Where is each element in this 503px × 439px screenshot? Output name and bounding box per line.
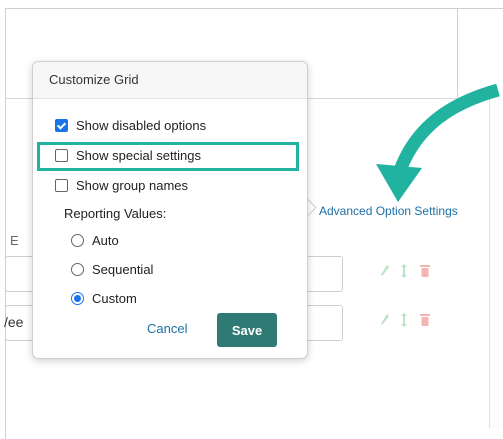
pencil-icon[interactable] [380, 264, 390, 278]
radio-custom[interactable]: Custom [71, 291, 137, 306]
radio-button-selected[interactable] [71, 292, 84, 305]
sort-icon[interactable] [400, 313, 410, 327]
sort-icon[interactable] [400, 264, 410, 278]
row-actions [380, 313, 430, 327]
popover-title: Customize Grid [33, 62, 307, 99]
radio-auto[interactable]: Auto [71, 233, 119, 248]
customize-grid-popover: Customize Grid Show disabled options Sho… [32, 61, 308, 359]
checkbox-checked[interactable] [55, 119, 68, 132]
radio-button[interactable] [71, 263, 84, 276]
radio-label: Sequential [92, 262, 154, 277]
show-disabled-options-checkbox[interactable]: Show disabled options [55, 118, 206, 133]
curved-arrow-icon [376, 84, 500, 202]
row-text: /ee [4, 314, 24, 330]
checkbox-label: Show group names [76, 178, 189, 193]
highlight-box [37, 142, 299, 171]
radio-label: Auto [92, 233, 119, 248]
advanced-option-settings-link[interactable]: Advanced Option Settings [319, 204, 458, 218]
row-actions [380, 264, 430, 278]
show-group-names-checkbox[interactable]: Show group names [55, 178, 188, 193]
pencil-icon[interactable] [380, 313, 390, 327]
radio-button[interactable] [71, 234, 84, 247]
reporting-values-label: Reporting Values: [64, 206, 167, 221]
trash-icon[interactable] [420, 313, 430, 327]
radio-sequential[interactable]: Sequential [71, 262, 153, 277]
checkbox-unchecked[interactable] [55, 179, 68, 192]
cancel-button[interactable]: Cancel [147, 321, 187, 336]
radio-label: Custom [92, 291, 137, 306]
checkbox-label: Show disabled options [76, 118, 207, 133]
save-button[interactable]: Save [217, 313, 277, 347]
column-header: E [10, 233, 19, 248]
trash-icon[interactable] [420, 264, 430, 278]
